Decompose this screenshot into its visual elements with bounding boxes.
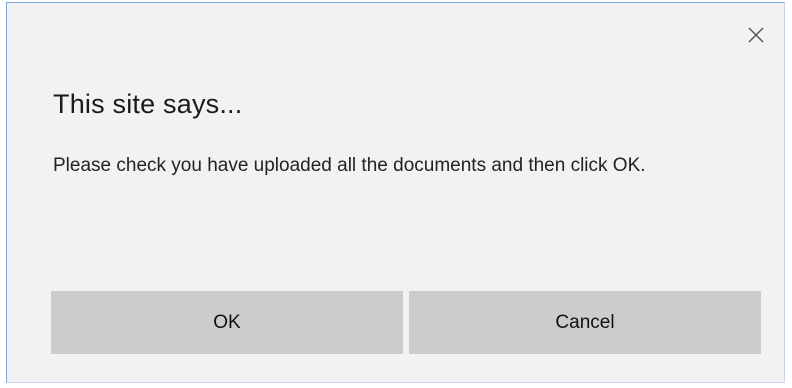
dialog-title: This site says... <box>53 89 243 119</box>
alert-dialog: This site says... Please check you have … <box>6 2 785 383</box>
cancel-button[interactable]: Cancel <box>409 291 761 354</box>
close-button[interactable] <box>742 21 770 49</box>
close-icon <box>748 27 764 43</box>
dialog-message: Please check you have uploaded all the d… <box>53 155 646 176</box>
page-background: This site says... Please check you have … <box>0 0 792 388</box>
ok-button[interactable]: OK <box>51 291 403 354</box>
